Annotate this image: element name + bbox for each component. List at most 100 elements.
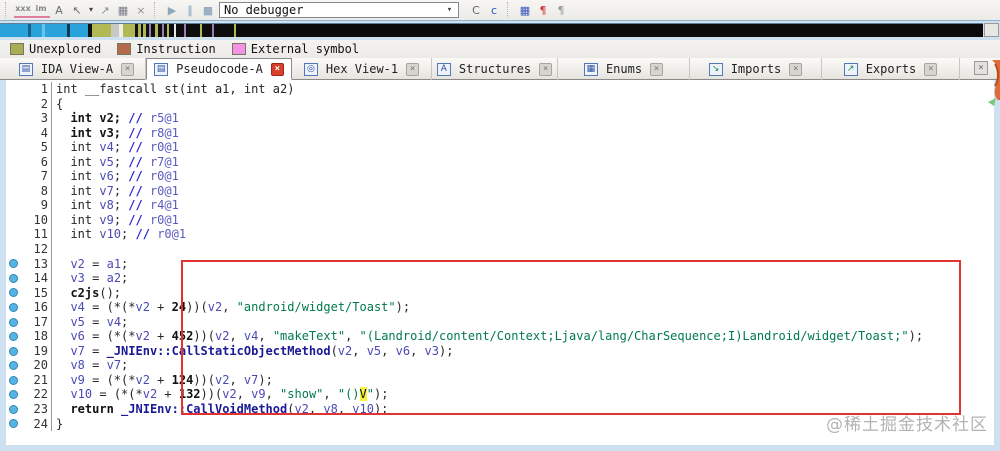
add-breakpoint-icon[interactable]: ¶ (534, 2, 552, 18)
tab-ida-view-a[interactable]: ▤ IDA View-A × (8, 58, 146, 80)
breakpoint-dot-icon[interactable] (9, 288, 18, 298)
line-number: 2 (24, 96, 52, 112)
navband-end-button[interactable] (984, 23, 999, 37)
code-line[interactable]: 6 int v5; // r7@1 (6, 154, 994, 170)
line-address-marker[interactable] (6, 417, 24, 432)
line-address-marker[interactable] (6, 402, 24, 417)
delete-icon[interactable]: × (132, 2, 150, 18)
code-segment: { (56, 96, 64, 111)
line-address-marker[interactable] (6, 257, 24, 272)
line-address-marker[interactable] (6, 344, 24, 359)
debugger-select[interactable]: No debugger ▾ (219, 2, 459, 18)
breakpoint-dot-icon[interactable] (9, 390, 18, 400)
line-address-marker[interactable] (6, 271, 24, 286)
breakpoint-dot-icon[interactable] (9, 259, 18, 269)
code-segment: v2 (207, 300, 223, 315)
code-line[interactable]: 1 int __fastcall st(int a1, int a2) (6, 82, 994, 97)
code-line[interactable]: 19 v7 = _JNIEnv::CallStaticObjectMethod(… (6, 343, 994, 359)
code-line[interactable]: 15 c2js(); (6, 285, 994, 301)
produce-c-file-icon[interactable]: C (467, 2, 485, 18)
tab-close-icon[interactable]: × (924, 62, 938, 76)
tab-close-icon[interactable]: × (121, 62, 135, 76)
snapshot-icon[interactable]: ▦ (114, 2, 132, 18)
pause-process-icon[interactable]: ∥ (181, 2, 199, 18)
code-line[interactable]: 13 v2 = a1; (6, 256, 994, 272)
code-line[interactable]: 12 (6, 242, 994, 257)
code-line[interactable]: 8 int v7; // r0@1 (6, 183, 994, 199)
line-address-marker[interactable] (6, 387, 24, 402)
code-segment: v10 (352, 402, 374, 417)
code-line[interactable]: 17 v5 = v4; (6, 314, 994, 330)
navigation-band[interactable] (0, 23, 983, 37)
tab-pseudocode-a[interactable]: ▤ Pseudocode-A × (146, 58, 292, 80)
add-function-letter-icon[interactable]: A (50, 2, 68, 18)
tab-structures[interactable]: A Structures × (432, 58, 558, 80)
code-segment: v2 (215, 372, 230, 387)
tab-label: Enums (605, 62, 643, 76)
quick-compile-icon[interactable]: c (485, 2, 503, 18)
pattern-im-icon[interactable]: im (32, 2, 50, 18)
remove-breakpoint-icon[interactable]: ¶ (552, 2, 570, 18)
pause-process-icon: ∥ (187, 3, 193, 17)
cursor-add-icon[interactable]: ↖ (68, 2, 86, 18)
code-line[interactable]: 11 int v10; // r0@1 (6, 227, 994, 243)
pseudocode-view[interactable]: 1 int __fastcall st(int a1, int a2) 2{3 in… (6, 80, 994, 445)
code-segment: v2 (70, 256, 85, 271)
code-segment: // (128, 140, 150, 155)
code-line[interactable]: 5 int v4; // r0@1 (6, 140, 994, 155)
code-line[interactable]: 3 int v2; // r5@1 (6, 111, 994, 126)
chevron-down-icon[interactable]: ▾ (443, 4, 456, 16)
code-line[interactable]: 9 int v8; // r4@1 (6, 198, 994, 213)
breakpoint-dot-icon[interactable] (9, 317, 18, 327)
code-line[interactable]: 2{ (6, 96, 994, 112)
line-address-marker[interactable] (6, 329, 24, 344)
code-line[interactable]: 22 v10 = (*(*v2 + 132))(v2, v9, "show", … (6, 387, 994, 403)
code-segment: (); (99, 285, 122, 300)
code-line[interactable]: 10 int v9; // r0@1 (6, 212, 994, 228)
pin-icon[interactable]: ↗ (96, 2, 114, 18)
stop-process-icon[interactable]: ■ (199, 2, 217, 18)
code-segment: ; (113, 183, 129, 198)
breakpoint-dot-icon[interactable] (9, 273, 18, 283)
pattern-xxx-icon: xxx (15, 4, 31, 13)
line-address-marker[interactable] (6, 373, 24, 388)
breakpoint-dot-icon[interactable] (9, 332, 18, 342)
line-address-marker[interactable] (6, 315, 24, 330)
code-line[interactable]: 20 v8 = v7; (6, 358, 994, 373)
tab-enums[interactable]: ▦ Enums × (558, 58, 690, 80)
start-process-icon[interactable]: ▶ (163, 2, 181, 18)
tab-close-icon[interactable]: × (789, 62, 803, 76)
hex-view-icon: ◎ (303, 62, 318, 76)
code-segment: // (128, 111, 150, 126)
code-line[interactable]: 21 v9 = (*(*v2 + 124))(v2, v7); (6, 372, 994, 388)
tab-exports[interactable]: ↗ Exports × (822, 58, 960, 80)
tab-close-icon[interactable]: × (406, 62, 420, 76)
breakpoint-dot-icon[interactable] (9, 404, 18, 414)
code-line[interactable]: 18 v6 = (*(*v2 + 452))(v2, v4, "makeText… (6, 329, 994, 344)
breakpoint-dot-icon[interactable] (9, 419, 18, 429)
code-line[interactable]: 14 v3 = a2; (6, 271, 994, 286)
breakpoint-dot-icon[interactable] (9, 361, 18, 371)
tab-close-icon[interactable]: × (539, 62, 553, 76)
code-segment: ; (113, 198, 129, 213)
code-line[interactable]: 4 int v3; // r8@1 (6, 125, 994, 141)
pattern-xxx-icon[interactable]: xxx (14, 2, 32, 18)
breakpoint-dot-icon[interactable] (9, 346, 18, 356)
line-address-marker[interactable] (6, 300, 24, 315)
tab-close-icon[interactable]: × (650, 62, 664, 76)
code-line[interactable]: 7 int v6; // r0@1 (6, 169, 994, 184)
code-line[interactable]: 16 v4 = (*(*v2 + 24))(v2, "android/widge… (6, 300, 994, 315)
dropdown-arrow-icon[interactable]: ▾ (86, 2, 96, 18)
windows-list-icon[interactable]: ▦ (516, 2, 534, 18)
code-segment: = (*(* (84, 372, 136, 387)
tab-label: IDA View-A (40, 62, 114, 76)
tab-close-icon[interactable]: × (270, 62, 284, 76)
breakpoint-dot-icon[interactable] (9, 375, 18, 385)
tab-hex-view-1[interactable]: ◎ Hex View-1 × (292, 58, 432, 80)
line-address-marker[interactable] (6, 286, 24, 301)
tab-imports[interactable]: ↘ Imports × (690, 58, 822, 80)
breakpoint-dot-icon[interactable] (9, 302, 18, 312)
line-address-marker[interactable] (6, 358, 24, 373)
